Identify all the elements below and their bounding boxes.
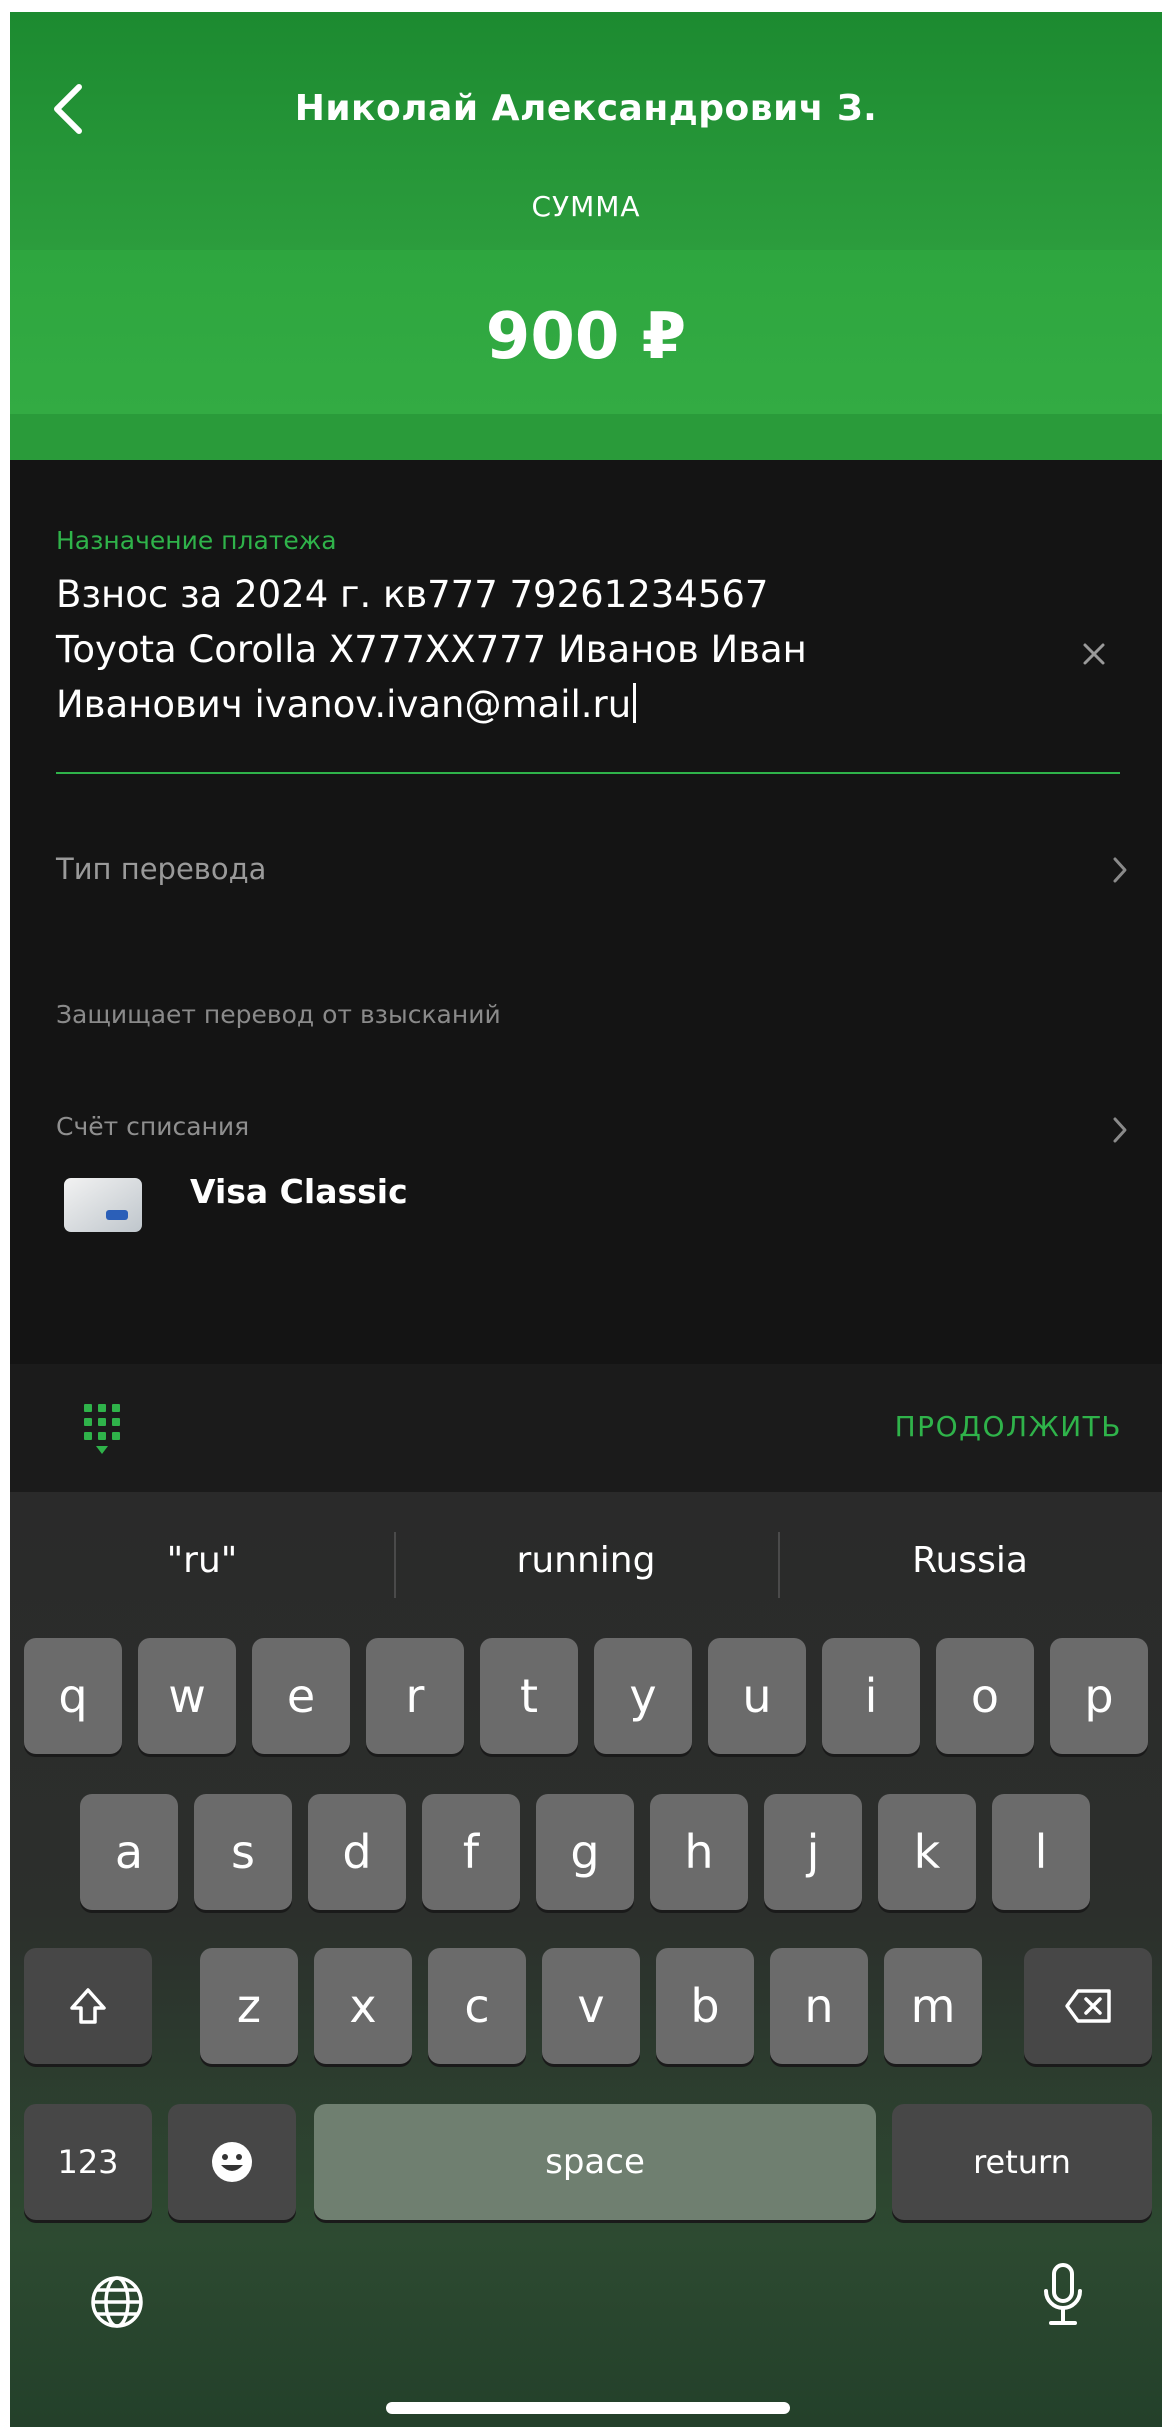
- purpose-label: Назначение платежа: [56, 526, 337, 555]
- purpose-text: Взнос за 2024 г. кв777 79261234567 Toyot…: [56, 573, 807, 726]
- account-name[interactable]: Visa Classic: [190, 1172, 408, 1211]
- suggestion-item[interactable]: Russia: [778, 1540, 1162, 1581]
- close-icon: [1083, 643, 1105, 665]
- account-label[interactable]: Счёт списания: [56, 1112, 249, 1141]
- key-w[interactable]: w: [138, 1638, 236, 1754]
- key-y[interactable]: y: [594, 1638, 692, 1754]
- transfer-type-row[interactable]: Тип перевода: [56, 852, 266, 886]
- key-i[interactable]: i: [822, 1638, 920, 1754]
- numbers-key[interactable]: 123: [24, 2104, 152, 2220]
- input-underline: [56, 772, 1120, 774]
- emoji-icon: [212, 2142, 252, 2182]
- key-r[interactable]: r: [366, 1638, 464, 1754]
- globe-icon[interactable]: [82, 2262, 152, 2342]
- clear-button[interactable]: [1072, 632, 1116, 676]
- shift-icon: [70, 1988, 106, 2024]
- protect-note: Защищает перевод от взысканий: [56, 1000, 501, 1029]
- chevron-right-icon[interactable]: [1108, 1110, 1132, 1150]
- key-g[interactable]: g: [536, 1794, 634, 1910]
- continue-button[interactable]: ПРОДОЛЖИТЬ: [895, 1410, 1122, 1443]
- key-x[interactable]: x: [314, 1948, 412, 2064]
- suggestion-bar: "ru" running Russia: [10, 1492, 1162, 1632]
- payment-header: Николай Александрович З. СУММА 900 ₽: [10, 12, 1162, 460]
- key-b[interactable]: b: [656, 1948, 754, 2064]
- backspace-icon: [1065, 1989, 1111, 2023]
- shift-key[interactable]: [24, 1948, 152, 2064]
- recipient-name: Николай Александрович З.: [294, 88, 878, 129]
- microphone-icon[interactable]: [1028, 2256, 1098, 2336]
- key-t[interactable]: t: [480, 1638, 578, 1754]
- bank-card-icon: [62, 1174, 144, 1236]
- key-q[interactable]: q: [24, 1638, 122, 1754]
- key-p[interactable]: p: [1050, 1638, 1148, 1754]
- key-j[interactable]: j: [764, 1794, 862, 1910]
- key-d[interactable]: d: [308, 1794, 406, 1910]
- key-l[interactable]: l: [992, 1794, 1090, 1910]
- home-indicator[interactable]: [386, 2402, 790, 2414]
- key-e[interactable]: e: [252, 1638, 350, 1754]
- key-u[interactable]: u: [708, 1638, 806, 1754]
- key-s[interactable]: s: [194, 1794, 292, 1910]
- key-n[interactable]: n: [770, 1948, 868, 2064]
- key-m[interactable]: m: [884, 1948, 982, 2064]
- onscreen-keyboard: "ru" running Russia qwertyuiop asdfghjkl z…: [10, 1492, 1162, 2427]
- key-c[interactable]: c: [428, 1948, 526, 2064]
- key-k[interactable]: k: [878, 1794, 976, 1910]
- key-f[interactable]: f: [422, 1794, 520, 1910]
- key-v[interactable]: v: [542, 1948, 640, 2064]
- key-o[interactable]: o: [936, 1638, 1034, 1754]
- key-z[interactable]: z: [200, 1948, 298, 2064]
- key-a[interactable]: a: [80, 1794, 178, 1910]
- return-key[interactable]: return: [892, 2104, 1152, 2220]
- suggestion-item[interactable]: "ru": [10, 1540, 394, 1581]
- key-h[interactable]: h: [650, 1794, 748, 1910]
- backspace-key[interactable]: [1024, 1948, 1152, 2064]
- keyboard-toolbar: ПРОДОЛЖИТЬ: [10, 1364, 1162, 1492]
- text-caret: [633, 683, 637, 723]
- suggestion-item[interactable]: running: [394, 1540, 778, 1581]
- amount-value[interactable]: 900 ₽: [10, 300, 1162, 374]
- keypad-icon[interactable]: [82, 1402, 122, 1458]
- space-key[interactable]: space: [314, 2104, 876, 2220]
- phone-screen: Николай Александрович З. СУММА 900 ₽ Наз…: [10, 12, 1162, 2427]
- purpose-input[interactable]: Взнос за 2024 г. кв777 79261234567 Toyot…: [56, 567, 1036, 732]
- emoji-key[interactable]: [168, 2104, 296, 2220]
- chevron-right-icon[interactable]: [1108, 850, 1132, 890]
- sum-label: СУММА: [531, 190, 641, 223]
